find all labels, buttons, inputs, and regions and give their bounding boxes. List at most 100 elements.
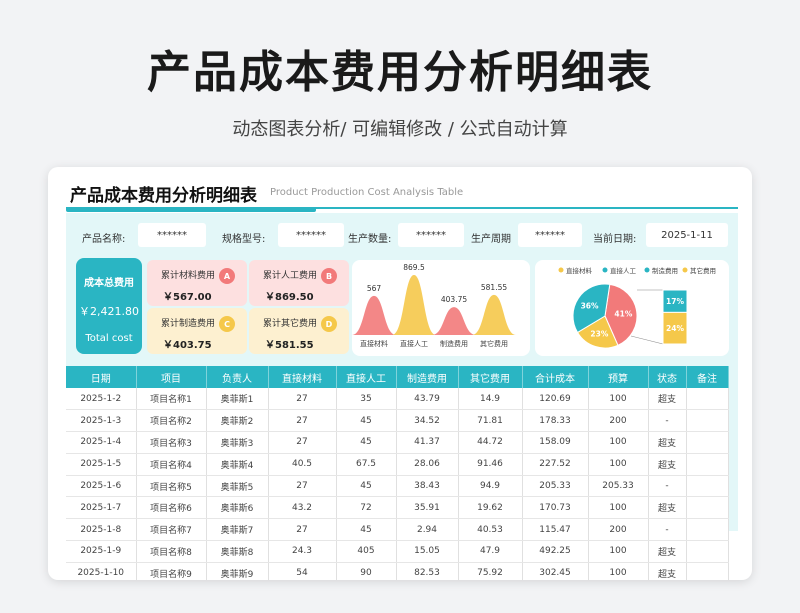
table-cell[interactable]: [686, 562, 729, 580]
table-cell[interactable]: 43.79: [396, 388, 459, 411]
table-cell[interactable]: 2025-1-4: [66, 431, 137, 454]
column-header[interactable]: 其它费用: [458, 366, 523, 388]
table-cell[interactable]: 100: [588, 453, 649, 476]
table-row[interactable]: 2025-1-5 项目名称4 奥菲斯4 40.5 67.5 28.06 91.46 227.5…: [66, 453, 729, 476]
table-cell[interactable]: 90: [336, 562, 397, 580]
table-cell[interactable]: [686, 518, 729, 542]
table-cell[interactable]: 43.2: [268, 496, 337, 520]
table-cell[interactable]: 2025-1-2: [66, 388, 137, 411]
table-cell[interactable]: 项目名称4: [136, 453, 207, 476]
table-cell[interactable]: 14.9: [458, 388, 523, 411]
table-cell[interactable]: 205.33: [522, 475, 589, 498]
table-cell[interactable]: 超支: [648, 540, 687, 563]
table-cell[interactable]: 27: [268, 409, 337, 433]
table-cell[interactable]: -: [648, 475, 687, 498]
table-cell[interactable]: 120.69: [522, 388, 589, 411]
table-cell[interactable]: 项目名称2: [136, 409, 207, 433]
table-cell[interactable]: 35: [336, 388, 397, 411]
table-cell[interactable]: 34.52: [396, 409, 459, 433]
table-cell[interactable]: 2025-1-5: [66, 453, 137, 476]
table-row[interactable]: 2025-1-3 项目名称2 奥菲斯2 27 45 34.52 71.81 178.33 200…: [66, 409, 729, 433]
column-header[interactable]: 备注: [686, 366, 729, 388]
table-cell[interactable]: 2025-1-8: [66, 518, 137, 542]
column-header[interactable]: 预算: [588, 366, 649, 388]
table-cell[interactable]: 项目名称3: [136, 431, 207, 454]
table-cell[interactable]: [686, 409, 729, 433]
table-cell[interactable]: 45: [336, 409, 397, 433]
table-cell[interactable]: 100: [588, 431, 649, 454]
date-field[interactable]: 2025-1-11: [646, 223, 728, 247]
table-cell[interactable]: 100: [588, 562, 649, 580]
table-cell[interactable]: 72: [336, 496, 397, 520]
table-cell[interactable]: 200: [588, 409, 649, 433]
table-cell[interactable]: 2025-1-6: [66, 475, 137, 498]
table-cell[interactable]: 100: [588, 540, 649, 563]
table-cell[interactable]: 超支: [648, 453, 687, 476]
table-cell[interactable]: -: [648, 518, 687, 542]
table-cell[interactable]: 205.33: [588, 475, 649, 498]
table-cell[interactable]: 302.45: [522, 562, 589, 580]
table-cell[interactable]: 19.62: [458, 496, 523, 520]
table-cell[interactable]: 492.25: [522, 540, 589, 563]
table-cell[interactable]: 115.47: [522, 518, 589, 542]
table-cell[interactable]: 奥菲斯7: [206, 518, 269, 542]
table-cell[interactable]: 67.5: [336, 453, 397, 476]
table-cell[interactable]: 2.94: [396, 518, 459, 542]
table-row[interactable]: 2025-1-7 项目名称6 奥菲斯6 43.2 72 35.91 19.62 170.73 1…: [66, 496, 729, 520]
table-cell[interactable]: 47.9: [458, 540, 523, 563]
qty-field[interactable]: ******: [398, 223, 464, 247]
table-row[interactable]: 2025-1-10 项目名称9 奥菲斯9 54 90 82.53 75.92 302.45 10…: [66, 562, 729, 580]
table-row[interactable]: 2025-1-4 项目名称3 奥菲斯3 27 45 41.37 44.72 158.09 100…: [66, 431, 729, 454]
table-cell[interactable]: 35.91: [396, 496, 459, 520]
table-cell[interactable]: 项目名称1: [136, 388, 207, 411]
table-cell[interactable]: 2025-1-7: [66, 496, 137, 520]
column-header[interactable]: 负责人: [206, 366, 269, 388]
cycle-field[interactable]: ******: [518, 223, 582, 247]
table-cell[interactable]: 27: [268, 388, 337, 411]
table-cell[interactable]: 奥菲斯2: [206, 409, 269, 433]
table-cell[interactable]: 超支: [648, 431, 687, 454]
table-cell[interactable]: [686, 475, 729, 498]
spec-field[interactable]: ******: [278, 223, 344, 247]
table-cell[interactable]: [686, 496, 729, 520]
table-cell[interactable]: 178.33: [522, 409, 589, 433]
table-cell[interactable]: 170.73: [522, 496, 589, 520]
table-cell[interactable]: [686, 540, 729, 563]
column-header[interactable]: 日期: [66, 366, 137, 388]
table-cell[interactable]: 超支: [648, 496, 687, 520]
table-cell[interactable]: 超支: [648, 388, 687, 411]
table-cell[interactable]: 45: [336, 518, 397, 542]
table-cell[interactable]: -: [648, 409, 687, 433]
table-cell[interactable]: 项目名称8: [136, 540, 207, 563]
column-header[interactable]: 项目: [136, 366, 207, 388]
table-cell[interactable]: 40.53: [458, 518, 523, 542]
table-cell[interactable]: 15.05: [396, 540, 459, 563]
table-cell[interactable]: 奥菲斯3: [206, 431, 269, 454]
table-cell[interactable]: 91.46: [458, 453, 523, 476]
table-cell[interactable]: 奥菲斯5: [206, 475, 269, 498]
table-cell[interactable]: 奥菲斯4: [206, 453, 269, 476]
table-cell[interactable]: 28.06: [396, 453, 459, 476]
table-cell[interactable]: [686, 431, 729, 454]
column-header[interactable]: 状态: [648, 366, 687, 388]
table-cell[interactable]: 405: [336, 540, 397, 563]
column-header[interactable]: 合计成本: [522, 366, 589, 388]
table-cell[interactable]: 71.81: [458, 409, 523, 433]
table-cell[interactable]: 2025-1-10: [66, 562, 137, 580]
table-cell[interactable]: 超支: [648, 562, 687, 580]
table-cell[interactable]: [686, 453, 729, 476]
table-cell[interactable]: 40.5: [268, 453, 337, 476]
table-cell[interactable]: 27: [268, 431, 337, 454]
table-cell[interactable]: 94.9: [458, 475, 523, 498]
table-cell[interactable]: 100: [588, 496, 649, 520]
table-row[interactable]: 2025-1-8 项目名称7 奥菲斯7 27 45 2.94 40.53 115.47 200-: [66, 518, 729, 542]
table-cell[interactable]: 奥菲斯1: [206, 388, 269, 411]
table-cell[interactable]: 54: [268, 562, 337, 580]
table-cell[interactable]: [686, 388, 729, 411]
table-row[interactable]: 2025-1-9 项目名称8 奥菲斯8 24.3 405 15.05 47.9 492.25 1…: [66, 540, 729, 563]
table-cell[interactable]: 2025-1-3: [66, 409, 137, 433]
product-name-field[interactable]: ******: [138, 223, 206, 247]
table-cell[interactable]: 奥菲斯8: [206, 540, 269, 563]
table-cell[interactable]: 项目名称6: [136, 496, 207, 520]
table-cell[interactable]: 奥菲斯6: [206, 496, 269, 520]
